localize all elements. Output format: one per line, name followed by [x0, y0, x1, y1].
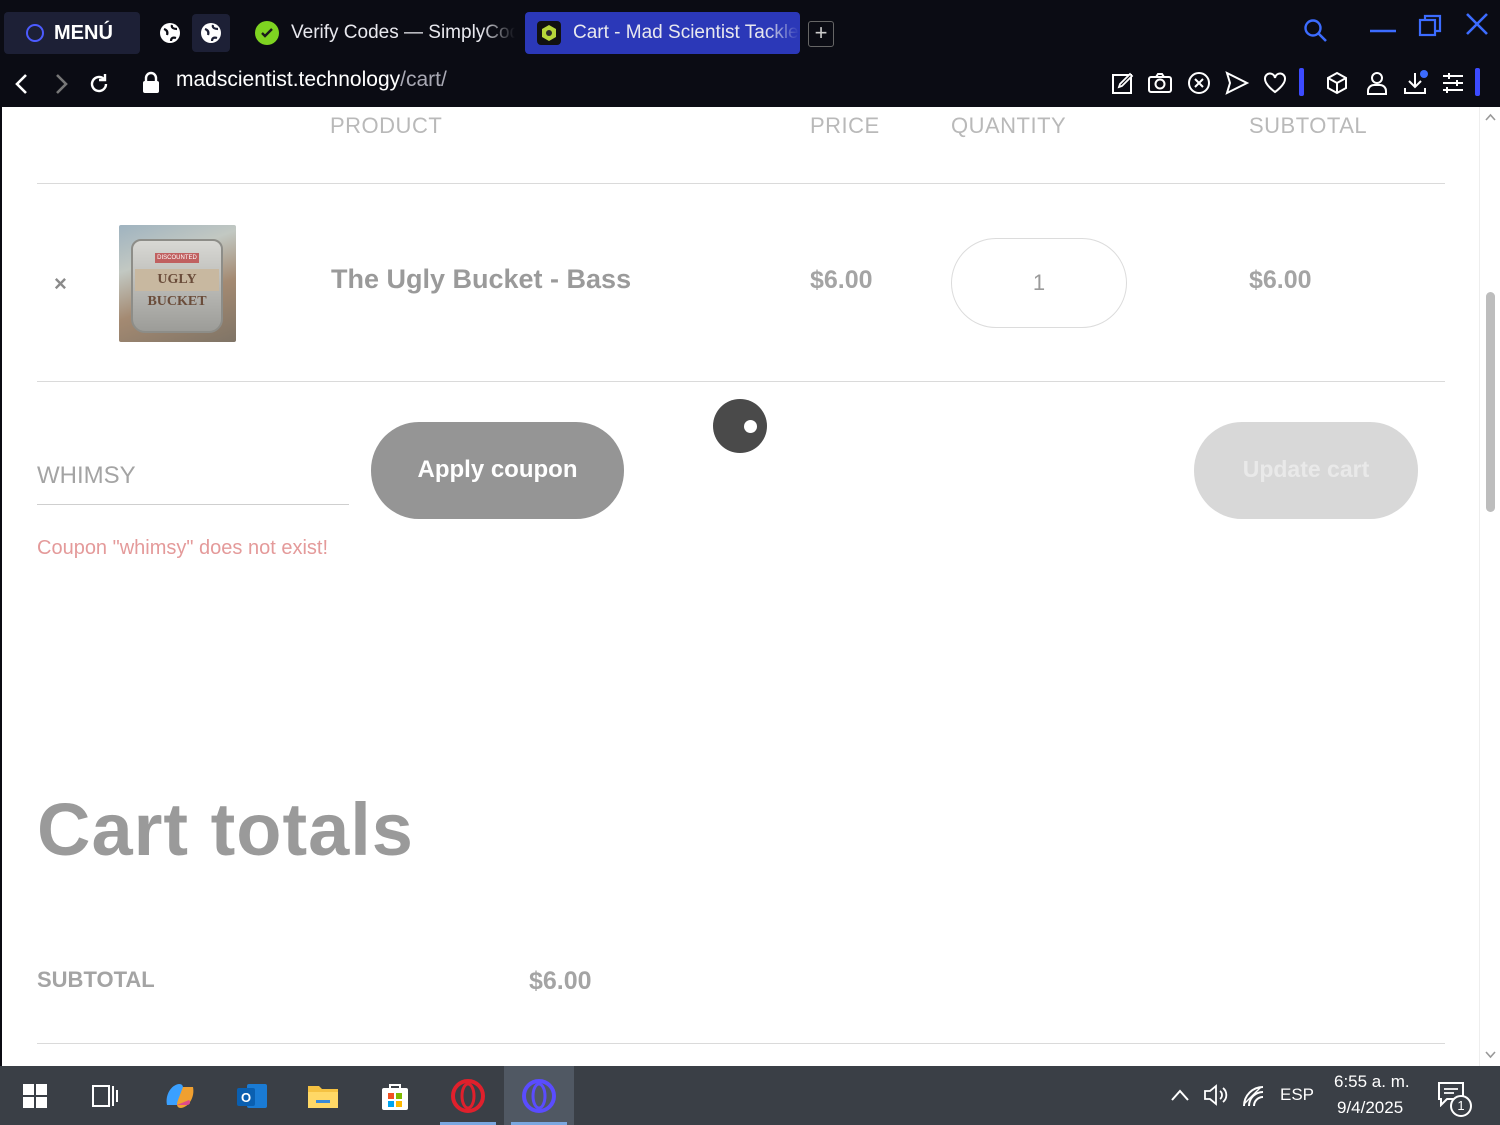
- opera-blue-icon: [522, 1078, 556, 1113]
- browser-menu-label: MENÚ: [54, 21, 113, 44]
- notification-badge: 1: [1450, 1095, 1472, 1117]
- volume-icon[interactable]: [1203, 1083, 1231, 1107]
- tab-title: Verify Codes — SimplyCodes: [291, 22, 515, 43]
- send-icon[interactable]: [1224, 70, 1250, 96]
- opera-app-button[interactable]: [433, 1066, 503, 1125]
- heart-icon[interactable]: [1262, 70, 1288, 96]
- task-view-icon: [92, 1084, 118, 1107]
- tab-verify-codes[interactable]: Verify Codes — SimplyCodes: [243, 12, 515, 54]
- opera-logo-icon: [26, 24, 44, 42]
- notification-center-button[interactable]: 1: [1437, 1081, 1477, 1117]
- svg-text:O: O: [241, 1090, 251, 1105]
- header-subtotal: SUBTOTAL: [1249, 113, 1368, 138]
- browser-address-bar: madscientist.technology/cart/: [0, 60, 1500, 107]
- new-tab-button[interactable]: +: [808, 21, 834, 47]
- minimize-window-icon[interactable]: [1370, 28, 1396, 34]
- cart-page: PRODUCT PRICE QUANTITY SUBTOTAL × DISCOU…: [2, 107, 1479, 1066]
- tab-cart-mad-scientist[interactable]: Cart - Mad Scientist Tackle: [525, 12, 800, 54]
- show-hidden-icons-icon[interactable]: [1170, 1088, 1190, 1102]
- tab-title: Cart - Mad Scientist Tackle: [573, 22, 799, 43]
- product-label: UGLY BUCKET: [135, 269, 219, 309]
- copilot-button[interactable]: [145, 1066, 215, 1125]
- divider: [37, 381, 1445, 382]
- task-view-button[interactable]: [70, 1066, 140, 1125]
- file-explorer-button[interactable]: [288, 1066, 358, 1125]
- snapshot-camera-icon[interactable]: [1147, 70, 1173, 96]
- outlook-icon: O: [237, 1083, 267, 1108]
- divider: [37, 183, 1445, 184]
- clock-date[interactable]: 9/4/2025: [1337, 1098, 1403, 1118]
- mad-scientist-favicon-icon: [537, 21, 561, 45]
- profile-icon[interactable]: [1364, 70, 1390, 96]
- opera-gx-app-button[interactable]: [504, 1066, 574, 1125]
- header-product: PRODUCT: [330, 113, 443, 138]
- store-icon: [382, 1083, 408, 1110]
- search-tabs-icon[interactable]: [1303, 18, 1329, 44]
- product-tag: DISCOUNTED: [155, 253, 199, 263]
- reload-icon[interactable]: [85, 70, 113, 98]
- outlook-button[interactable]: O: [217, 1066, 287, 1125]
- product-name-link[interactable]: The Ugly Bucket - Bass: [331, 264, 631, 295]
- loading-spinner-icon: [713, 399, 767, 453]
- microsoft-store-button[interactable]: [360, 1066, 430, 1125]
- url-host: madscientist.technology: [176, 68, 401, 91]
- page-scrollbar[interactable]: [1479, 107, 1500, 1066]
- product-price: $6.00: [810, 266, 873, 294]
- browser-menu-button[interactable]: MENÚ: [4, 12, 140, 54]
- scroll-up-icon[interactable]: [1485, 113, 1496, 121]
- extensions-cube-icon[interactable]: [1324, 70, 1350, 96]
- opera-red-icon: [451, 1078, 485, 1113]
- clock-time[interactable]: 6:55 a. m.: [1334, 1072, 1410, 1092]
- vpn-globe-icon[interactable]: [151, 14, 189, 52]
- product-subtotal: $6.00: [1249, 266, 1312, 294]
- header-quantity: QUANTITY: [951, 113, 1067, 138]
- start-button[interactable]: [0, 1066, 70, 1125]
- url-path: /cart/: [400, 68, 447, 91]
- product-thumbnail[interactable]: DISCOUNTED UGLY BUCKET: [119, 225, 236, 342]
- coupon-error-message: Coupon "whimsy" does not exist!: [37, 537, 329, 559]
- forward-icon[interactable]: [47, 70, 75, 98]
- input-language[interactable]: ESP: [1280, 1085, 1314, 1105]
- scroll-down-icon[interactable]: [1485, 1051, 1496, 1059]
- quantity-input[interactable]: 1: [951, 238, 1127, 328]
- back-icon[interactable]: [8, 70, 36, 98]
- remove-item-button[interactable]: ×: [54, 271, 67, 297]
- workspace-globe-icon[interactable]: [192, 14, 230, 52]
- folder-icon: [308, 1085, 338, 1108]
- windows-taskbar: O ESP 6:55 a. m. 9/4/2025 1: [0, 1066, 1500, 1125]
- update-cart-button[interactable]: Update cart: [1194, 422, 1418, 519]
- totals-subtotal-value: $6.00: [529, 967, 592, 995]
- scrollbar-thumb[interactable]: [1486, 292, 1495, 512]
- sidebar-indicator: [1475, 68, 1480, 96]
- wifi-icon[interactable]: [1241, 1084, 1265, 1108]
- copilot-icon: [166, 1083, 194, 1108]
- simplycodes-favicon-icon: [255, 21, 279, 45]
- toolbar-separator: [1299, 68, 1304, 96]
- windows-logo-icon: [23, 1083, 47, 1108]
- secure-lock-icon[interactable]: [140, 71, 162, 95]
- downloads-icon[interactable]: [1402, 70, 1428, 96]
- adblock-icon[interactable]: [1186, 70, 1212, 96]
- easy-setup-icon[interactable]: [1440, 70, 1466, 96]
- divider: [37, 1043, 1445, 1044]
- browser-tab-bar: MENÚ Verify Codes — SimplyCodes Cart - M…: [0, 0, 1500, 60]
- coupon-code-input[interactable]: [37, 435, 349, 505]
- apply-coupon-button[interactable]: Apply coupon: [371, 422, 624, 519]
- url-field[interactable]: madscientist.technology/cart/: [176, 68, 447, 92]
- close-window-icon[interactable]: [1465, 12, 1489, 36]
- restore-window-icon[interactable]: [1418, 14, 1442, 38]
- totals-subtotal-label: SUBTOTAL: [37, 967, 155, 992]
- header-price: PRICE: [810, 113, 880, 138]
- edit-page-icon[interactable]: [1110, 70, 1136, 96]
- cart-totals-heading: Cart totals: [37, 788, 414, 871]
